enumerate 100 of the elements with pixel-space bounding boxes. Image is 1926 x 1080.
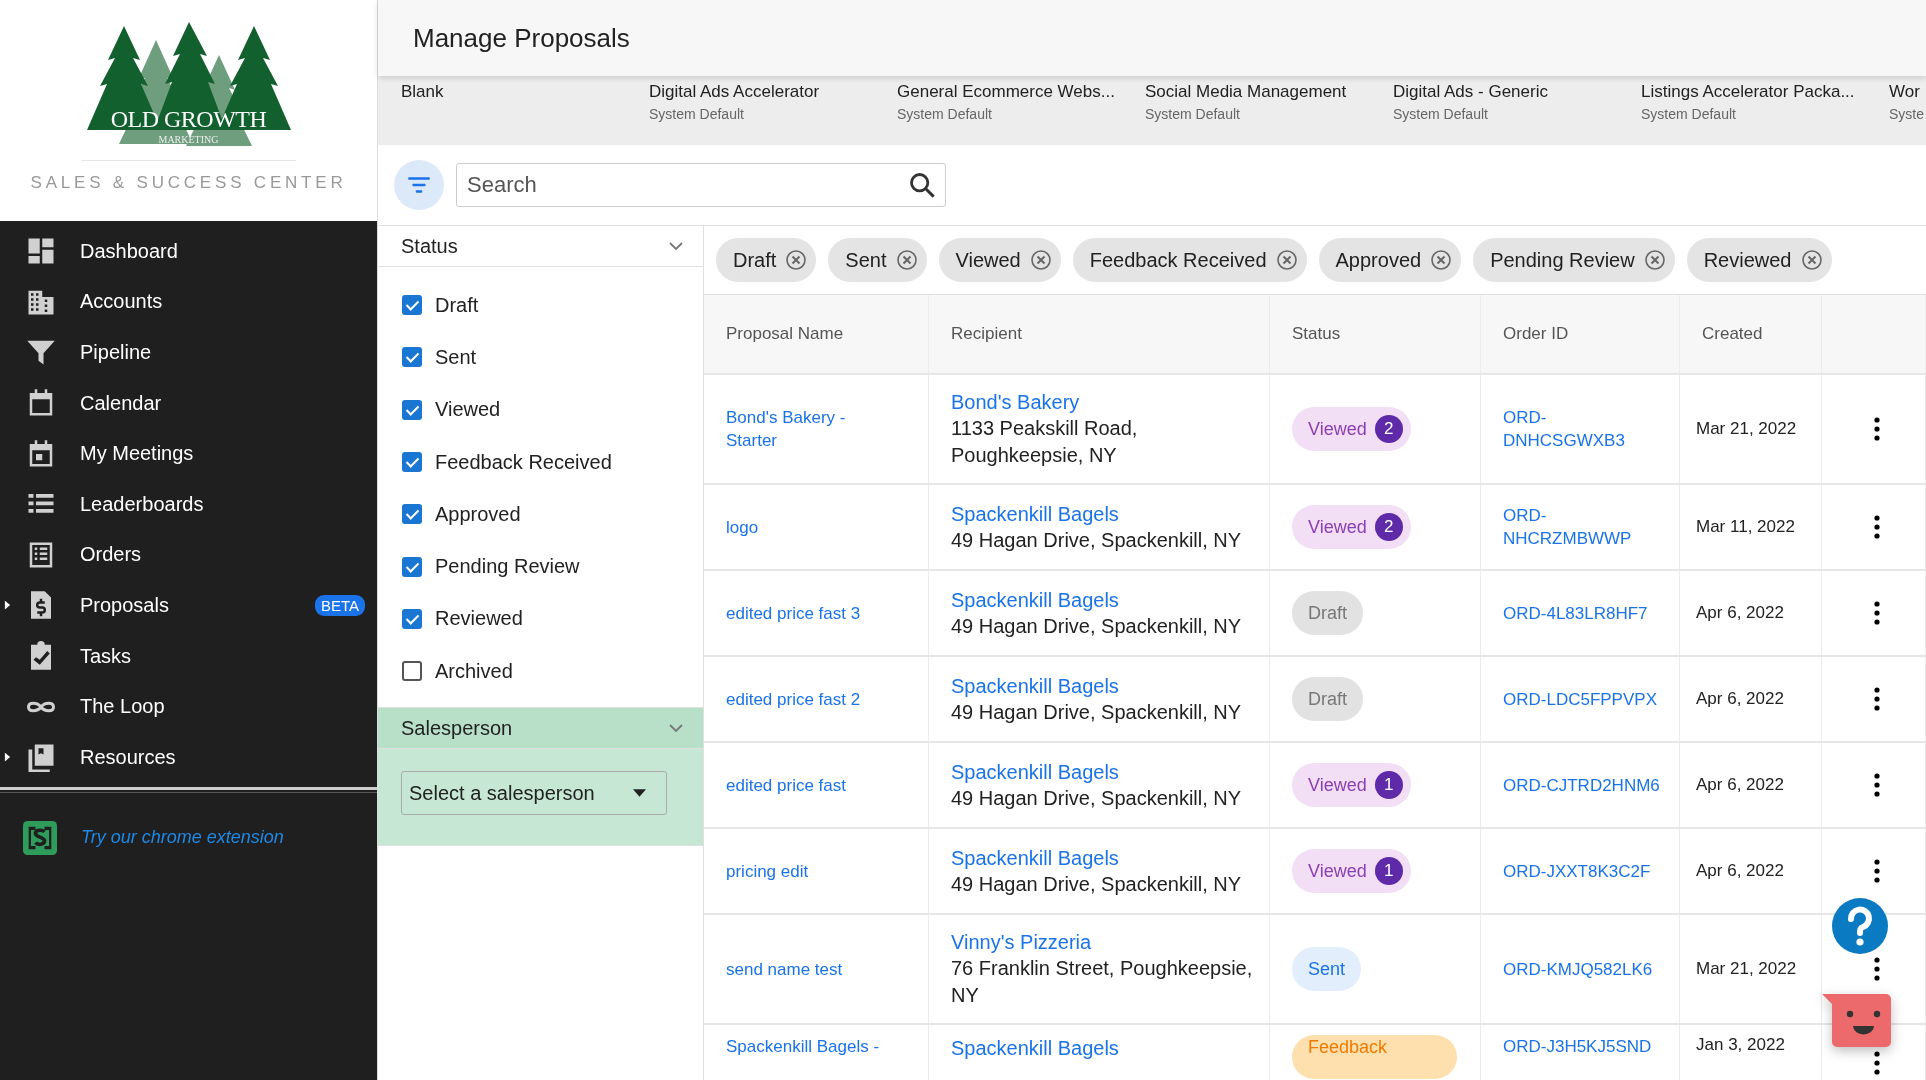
column-header[interactable]: Created	[1680, 295, 1822, 373]
created-date: Jan 3, 2022	[1696, 1035, 1785, 1055]
recipient-link[interactable]: Spackenkill Bagels	[951, 500, 1119, 527]
filter-header[interactable]: Salesperson	[378, 708, 703, 750]
address-text: 1133 Peakskill Road, Poughkeepsie, NY	[951, 416, 1139, 468]
more-options-icon[interactable]	[1873, 687, 1880, 711]
remove-icon[interactable]	[1276, 250, 1297, 270]
checkbox-label: Archived	[435, 659, 513, 683]
nav-item[interactable]: Resources	[0, 731, 377, 783]
remove-icon[interactable]	[1431, 250, 1452, 270]
created-date: Apr 6, 2022	[1696, 775, 1784, 795]
filter-chip[interactable]: Viewed	[938, 238, 1061, 282]
proposal-link[interactable]: edited price fast 2	[726, 687, 861, 711]
caret-icon[interactable]	[4, 599, 11, 612]
status-pill: Viewed 2	[1292, 505, 1411, 549]
more-options-icon[interactable]	[1873, 957, 1880, 981]
remove-icon[interactable]	[1644, 250, 1665, 270]
column-header[interactable]: Status	[1270, 295, 1481, 373]
chrome-extension-link[interactable]: Try our chrome extension	[81, 827, 284, 849]
filter-chip[interactable]: Draft	[716, 238, 817, 282]
checkbox[interactable]	[402, 608, 422, 629]
filter-button[interactable]	[394, 160, 444, 210]
order-link[interactable]: ORD-NHCRZMBWWP	[1503, 504, 1663, 550]
filter-chip[interactable]: Sent	[828, 238, 927, 282]
salesperson-select[interactable]: Select a salesperson	[401, 771, 667, 816]
nav-item[interactable]: Proposals BETA	[0, 580, 377, 631]
more-options-icon[interactable]	[1873, 773, 1880, 797]
remove-icon[interactable]	[896, 250, 917, 270]
template-card[interactable]: General Ecommerce Webs... System Default	[897, 76, 1145, 145]
status-pill: Viewed 1	[1292, 849, 1411, 893]
order-link[interactable]: ORD-DNHCSGWXB3	[1503, 406, 1663, 452]
nav-item[interactable]: Pipeline	[0, 327, 377, 378]
remove-icon[interactable]	[1801, 250, 1822, 270]
remove-icon[interactable]	[786, 250, 807, 270]
checkbox[interactable]	[402, 295, 422, 316]
template-card[interactable]: Listings Accelerator Packa... System Default	[1641, 76, 1889, 145]
remove-icon[interactable]	[1030, 250, 1051, 270]
order-link[interactable]: ORD-J3H5KJ5SND	[1503, 1035, 1652, 1058]
filter-chip[interactable]: Approved	[1318, 238, 1462, 282]
nav-item[interactable]: Accounts	[0, 276, 377, 328]
template-card[interactable]: Wor Syste	[1889, 76, 1926, 145]
checkbox[interactable]	[402, 504, 422, 525]
more-options-icon[interactable]	[1873, 601, 1880, 625]
address-text: 49 Hagan Drive, Spackenkill, NY	[951, 699, 1242, 725]
status-pill: Viewed 2	[1292, 407, 1411, 451]
recipient-link[interactable]: Spackenkill Bagels	[951, 672, 1119, 699]
proposal-link[interactable]: pricing edit	[726, 859, 809, 883]
recipient-link[interactable]: Bond's Bakery	[951, 389, 1080, 415]
nav-item[interactable]: The Loop	[0, 681, 377, 732]
nav-item[interactable]: Leaderboards	[0, 478, 377, 530]
template-card[interactable]: Blank	[401, 76, 649, 145]
more-options-icon[interactable]	[1873, 1051, 1880, 1075]
checkbox-label: Reviewed	[435, 607, 523, 631]
help-icon[interactable]	[1832, 898, 1888, 954]
logo-subtitle: MARKETING	[157, 134, 220, 145]
recipient-link[interactable]: Spackenkill Bagels	[951, 758, 1119, 785]
proposal-link[interactable]: edited price fast	[726, 773, 846, 797]
column-header[interactable]: Recipient	[929, 295, 1270, 373]
proposal-link[interactable]: logo	[726, 515, 759, 539]
nav-item[interactable]: Orders	[0, 529, 377, 581]
recipient-link[interactable]: Spackenkill Bagels	[951, 1035, 1119, 1061]
nav-item[interactable]: Tasks	[0, 630, 377, 682]
checkbox[interactable]	[402, 661, 422, 682]
proposal-link[interactable]: send name test	[726, 957, 843, 981]
search-icon[interactable]	[908, 171, 936, 199]
proposal-link[interactable]: Bond's Bakery - Starter	[726, 406, 888, 452]
recipient-link[interactable]: Spackenkill Bagels	[951, 844, 1119, 871]
more-options-icon[interactable]	[1873, 859, 1880, 883]
more-options-icon[interactable]	[1873, 417, 1880, 441]
search-field[interactable]: Search	[456, 163, 946, 207]
template-card[interactable]: Digital Ads - Generic System Default	[1393, 76, 1641, 145]
filter-chip[interactable]: Pending Review	[1473, 238, 1675, 282]
recipient-link[interactable]: Spackenkill Bagels	[951, 586, 1119, 613]
order-link[interactable]: ORD-KMJQ582LK6	[1503, 957, 1653, 981]
template-card[interactable]: Digital Ads Accelerator System Default	[649, 76, 897, 145]
checkbox[interactable]	[402, 347, 422, 368]
checkbox[interactable]	[402, 556, 422, 577]
filter-header[interactable]: Status	[378, 226, 703, 267]
checkbox[interactable]	[402, 399, 422, 420]
caret-icon[interactable]	[4, 751, 11, 764]
nav-item[interactable]: Calendar	[0, 377, 377, 429]
order-link[interactable]: ORD-4L83LR8HF7	[1503, 601, 1648, 625]
order-link[interactable]: ORD-CJTRD2HNM6	[1503, 773, 1660, 797]
template-card[interactable]: Social Media Management System Default	[1145, 76, 1393, 145]
proposal-link[interactable]: edited price fast 3	[726, 601, 861, 625]
recipient-link[interactable]: Vinny's Pizzeria	[951, 929, 1092, 955]
status-pill: Viewed 1	[1292, 763, 1411, 807]
column-header[interactable]: Order ID	[1481, 295, 1680, 373]
more-options-icon[interactable]	[1873, 515, 1880, 539]
proposal-link[interactable]: Spackenkill Bagels -	[726, 1035, 880, 1058]
checkbox[interactable]	[402, 452, 422, 473]
order-link[interactable]: ORD-JXXT8K3C2F	[1503, 859, 1651, 883]
column-header[interactable]: Proposal Name	[704, 295, 929, 373]
nav-item[interactable]: Dashboard	[0, 226, 377, 277]
logo-wordmark: OLD GROWTH	[109, 106, 268, 133]
address-text: 49 Hagan Drive, Spackenkill, NY	[951, 613, 1242, 639]
filter-chip[interactable]: Reviewed	[1686, 238, 1832, 282]
nav-item[interactable]: My Meetings	[0, 428, 377, 479]
filter-chip[interactable]: Feedback Received	[1072, 238, 1307, 282]
order-link[interactable]: ORD-LDC5FPPVPX	[1503, 687, 1657, 711]
